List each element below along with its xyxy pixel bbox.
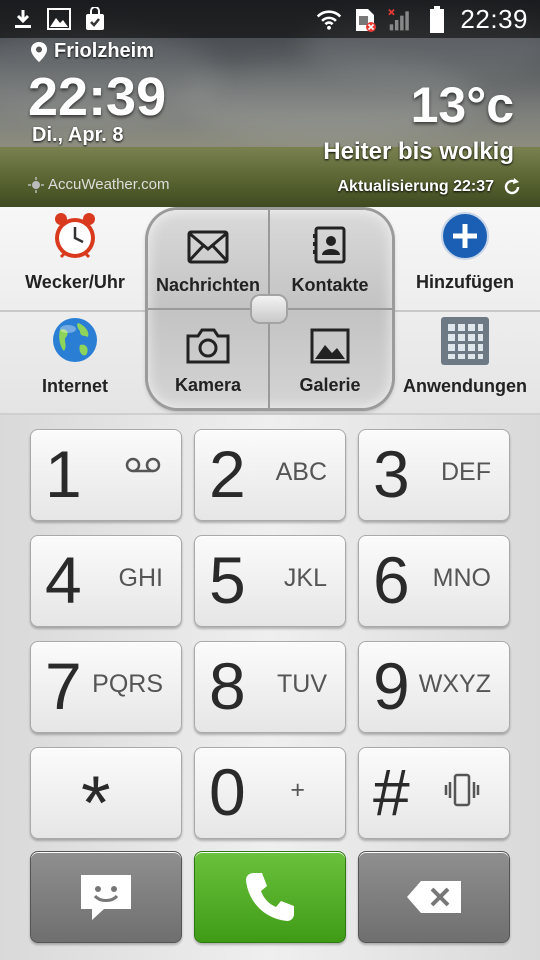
contacts-icon [311,226,349,269]
gallery-icon [310,328,350,369]
key-digit: 2 [209,437,246,511]
download-icon [10,6,36,32]
message-button[interactable] [30,851,182,943]
weather-update: Aktualisierung 22:37 [338,177,523,197]
brand-label: AccuWeather.com [48,176,170,193]
image-icon [46,6,72,32]
location-pin-icon [31,41,47,62]
no-sim-icon [352,7,378,33]
key-4[interactable]: 4 GHI [30,535,182,627]
key-letters: DEF [441,458,491,486]
key-7[interactable]: 7 PQRS [30,641,182,733]
weather-brand: AccuWeather.com [28,176,169,193]
update-label: Aktualisierung 22:37 [337,178,495,195]
key-digit: 3 [373,437,410,511]
key-9[interactable]: 9 WXYZ [358,641,510,733]
key-8[interactable]: 8 TUV [194,641,346,733]
messages-app[interactable]: Nachrichten [148,210,268,308]
messages-label: Nachrichten [155,275,261,295]
alarm-clock-app[interactable]: Wecker/Uhr [0,207,150,307]
gallery-app[interactable]: Galerie [270,310,390,408]
call-button[interactable] [194,851,346,943]
launcher-center-knob[interactable] [252,296,286,322]
app-grid-icon [441,317,489,370]
sms-icon [81,875,131,920]
applications-app[interactable]: Anwendungen [390,311,540,411]
contacts-app[interactable]: Kontakte [270,210,390,308]
key-digit: 9 [373,649,410,723]
key-1[interactable]: 1 [30,429,182,521]
status-clock: 22:39 [460,4,528,34]
key-letters: + [290,776,305,804]
key-digit: 7 [45,649,82,723]
key-2[interactable]: 2 ABC [194,429,346,521]
sun-logo-icon [28,176,44,193]
applications-label: Anwendungen [403,376,527,396]
location-name: Friolzheim [54,40,155,62]
key-hash[interactable]: # [358,747,510,839]
battery-icon [424,5,450,33]
shopping-bag-icon [82,6,108,32]
refresh-icon[interactable] [502,177,522,197]
wifi-icon [316,7,342,33]
alarm-clock-icon [51,211,99,266]
key-letters: ABC [275,458,327,486]
key-5[interactable]: 5 JKL [194,535,346,627]
key-6[interactable]: 6 MNO [358,535,510,627]
key-digit: 0 [209,755,246,829]
internet-app[interactable]: Internet [0,311,150,411]
quick-launcher: Nachrichten Kontakte Kamera Galerie [148,210,392,408]
weather-location: Friolzheim [30,40,154,63]
key-digit: 1 [45,437,82,511]
key-letters: TUV [277,670,327,698]
contacts-label: Kontakte [291,275,369,295]
globe-icon [50,315,100,370]
camera-icon [186,328,230,369]
key-digit: 6 [373,543,410,617]
voicemail-icon [125,456,161,479]
add-icon [440,211,490,266]
key-letters: GHI [118,564,163,592]
key-3[interactable]: 3 DEF [358,429,510,521]
dialpad: 1 2 ABC 3 DEF 4 GHI 5 JKL 6 MNO 7 PQRS 8… [0,415,540,960]
temperature: 13°c [410,77,514,133]
weather-date: Di., Apr. 8 [32,124,124,146]
key-letters: JKL [283,564,327,592]
key-0[interactable]: 0 + [194,747,346,839]
gallery-label: Galerie [299,375,361,395]
weather-condition: Heiter bis wolkig [323,138,514,165]
key-digit: 4 [45,543,82,617]
envelope-icon [187,230,229,269]
backspace-button[interactable] [358,851,510,943]
key-digit: 8 [209,649,246,723]
vibrate-icon [443,772,481,813]
phone-icon [246,873,294,921]
add-label: Hinzufügen [416,272,514,292]
key-letters: PQRS [92,670,163,698]
key-digit: 5 [209,543,246,617]
weather-clock: 22:39 [28,67,167,127]
key-digit: # [373,755,410,829]
alarm-label: Wecker/Uhr [25,272,125,292]
key-star[interactable]: * [30,747,182,846]
key-letters: WXYZ [418,670,491,698]
no-signal-icon [388,7,414,33]
key-digit: * [81,761,111,846]
camera-app[interactable]: Kamera [148,310,268,408]
add-app[interactable]: Hinzufügen [390,207,540,307]
backspace-icon [407,881,461,913]
status-bar: 22:39 [0,0,540,38]
internet-label: Internet [41,376,108,396]
camera-label: Kamera [174,375,242,395]
key-letters: MNO [432,564,491,592]
